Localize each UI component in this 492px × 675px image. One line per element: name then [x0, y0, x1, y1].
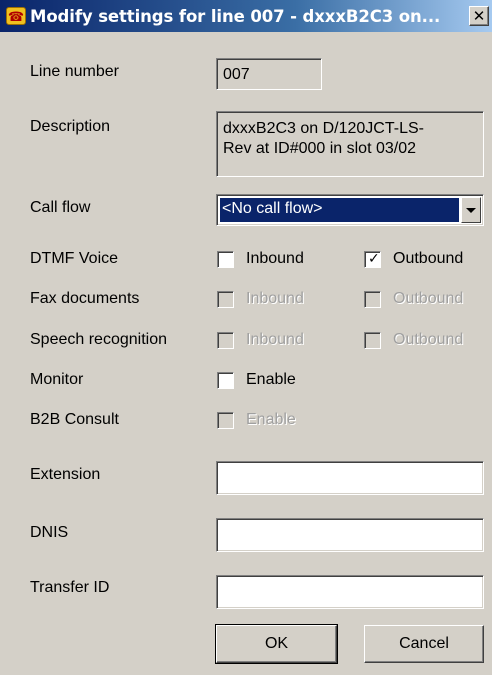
checkbox-box — [217, 331, 234, 349]
b2b-consult-enable-checkbox: Enable — [217, 411, 296, 429]
fax-outbound-checkbox: Outbound — [364, 290, 463, 308]
checkbox-box — [364, 290, 381, 308]
line-number-field: 007 — [216, 58, 322, 90]
description-line-2: Rev at ID#000 in slot 03/02 — [223, 140, 417, 157]
checkbox-box — [217, 290, 234, 308]
speech-inbound-label: Inbound — [246, 331, 304, 348]
call-flow-selected-value: <No call flow> — [220, 198, 459, 222]
cancel-button[interactable]: Cancel — [364, 625, 484, 663]
chevron-down-icon — [466, 207, 476, 213]
call-flow-select[interactable]: <No call flow> — [216, 194, 484, 226]
fax-outbound-label: Outbound — [393, 290, 464, 307]
title-bar[interactable]: ☎ Modify settings for line 007 - dxxxB2C… — [0, 0, 492, 32]
dtmf-voice-inbound-label: Inbound — [246, 250, 304, 267]
dnis-input[interactable] — [216, 518, 484, 552]
line-number-label: Line number — [30, 63, 119, 80]
b2b-consult-label: B2B Consult — [30, 411, 119, 428]
speech-outbound-checkbox: Outbound — [364, 331, 463, 349]
fax-inbound-label: Inbound — [246, 290, 304, 307]
telephone-icon: ☎ — [6, 7, 26, 25]
dtmf-voice-inbound-checkbox[interactable]: Inbound — [217, 250, 304, 268]
dnis-label: DNIS — [30, 524, 69, 541]
speech-inbound-checkbox: Inbound — [217, 331, 304, 349]
transfer-id-input[interactable] — [216, 575, 484, 609]
checkbox-box — [217, 411, 234, 429]
line-number-value: 007 — [223, 66, 250, 83]
b2b-consult-enable-label: Enable — [246, 411, 296, 428]
fax-inbound-checkbox: Inbound — [217, 290, 304, 308]
checkbox-box[interactable] — [217, 250, 234, 268]
checkbox-box[interactable] — [217, 371, 234, 389]
fax-documents-label: Fax documents — [30, 290, 140, 307]
checkmark-icon: ✓ — [368, 250, 380, 267]
dtmf-voice-outbound-checkbox[interactable]: ✓ Outbound — [364, 250, 463, 268]
extension-input[interactable] — [216, 461, 484, 495]
extension-label: Extension — [30, 466, 101, 483]
dialog-window: ☎ Modify settings for line 007 - dxxxB2C… — [0, 0, 492, 675]
close-button[interactable]: ✕ — [469, 6, 489, 26]
speech-outbound-label: Outbound — [393, 331, 464, 348]
description-field: dxxxB2C3 on D/120JCT-LS- Rev at ID#000 i… — [216, 111, 484, 177]
monitor-label: Monitor — [30, 371, 84, 388]
speech-recognition-label: Speech recognition — [30, 331, 167, 348]
dropdown-arrow-button[interactable] — [461, 197, 481, 223]
checkbox-box[interactable]: ✓ — [364, 250, 381, 268]
checkbox-box — [364, 331, 381, 349]
monitor-enable-checkbox[interactable]: Enable — [217, 371, 296, 389]
transfer-id-label: Transfer ID — [30, 579, 110, 596]
call-flow-label: Call flow — [30, 199, 91, 216]
description-label: Description — [30, 118, 111, 135]
dtmf-voice-label: DTMF Voice — [30, 250, 119, 267]
ok-button[interactable]: OK — [215, 624, 338, 664]
description-line-1: dxxxB2C3 on D/120JCT-LS- — [223, 120, 424, 137]
monitor-enable-label: Enable — [246, 371, 296, 388]
dtmf-voice-outbound-label: Outbound — [393, 250, 464, 267]
window-title: Modify settings for line 007 - dxxxB2C3 … — [30, 6, 441, 26]
